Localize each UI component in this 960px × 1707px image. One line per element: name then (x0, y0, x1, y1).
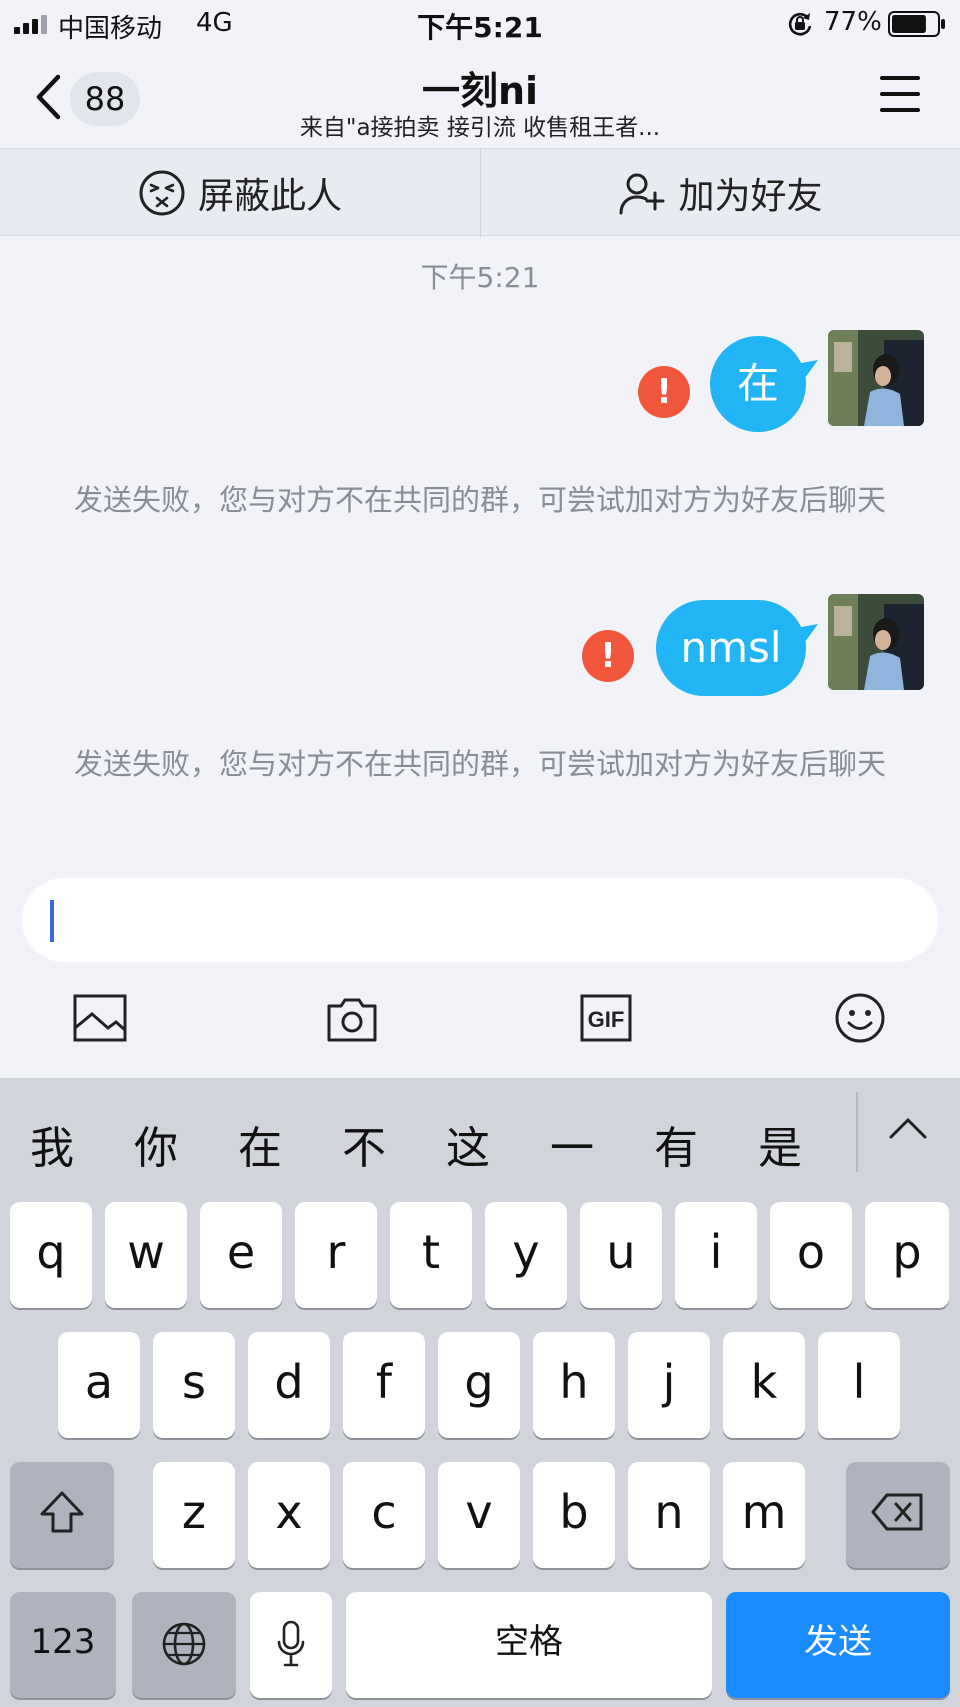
key-d[interactable]: d (248, 1332, 330, 1438)
shift-key[interactable] (10, 1462, 114, 1568)
bubble-tail (796, 360, 818, 382)
contact-action-bar: 屏蔽此人 加为好友 (0, 148, 960, 237)
battery-percent: 77% (824, 7, 882, 37)
key-o[interactable]: o (770, 1202, 852, 1308)
avatar-photo (828, 594, 924, 690)
key-e[interactable]: e (200, 1202, 282, 1308)
key-f[interactable]: f (343, 1332, 425, 1438)
camera-icon[interactable] (324, 990, 380, 1046)
block-user-label: 屏蔽此人 (197, 176, 342, 217)
candidate-word[interactable]: 有 (646, 1112, 706, 1176)
message-text: 在 (736, 359, 779, 408)
key-i[interactable]: i (675, 1202, 757, 1308)
candidate-word[interactable]: 这 (438, 1112, 498, 1176)
battery-icon (888, 11, 945, 37)
microphone-key[interactable] (250, 1592, 332, 1698)
key-a[interactable]: a (58, 1332, 140, 1438)
key-y[interactable]: y (485, 1202, 567, 1308)
add-friend-label: 加为好友 (678, 176, 823, 217)
key-l[interactable]: l (818, 1332, 900, 1438)
message-timestamp: 下午5:21 (420, 261, 540, 294)
add-friend-button[interactable]: 加为好友 (481, 149, 960, 237)
send-failed-note: 发送失败，您与对方不在共同的群，可尝试加对方为好友后聊天 (73, 483, 886, 517)
shift-icon (40, 1491, 84, 1533)
key-b[interactable]: b (533, 1462, 615, 1568)
status-bar: 中国移动 4G 下午5:21 77% (0, 0, 960, 48)
key-n[interactable]: n (628, 1462, 710, 1568)
avatar[interactable] (828, 330, 924, 426)
key-w[interactable]: w (105, 1202, 187, 1308)
text-caret (50, 900, 54, 942)
avatar[interactable] (828, 594, 924, 690)
message-bubble[interactable]: 在 (710, 336, 806, 432)
bubble-tail (796, 624, 818, 646)
gif-icon[interactable]: GIF (578, 990, 634, 1046)
chat-title: 一刻ni (421, 69, 539, 113)
globe-icon (162, 1622, 206, 1666)
key-u[interactable]: u (580, 1202, 662, 1308)
send-failed-note: 发送失败，您与对方不在共同的群，可尝试加对方为好友后聊天 (73, 747, 886, 781)
globe-key[interactable] (132, 1592, 236, 1698)
key-q[interactable]: q (10, 1202, 92, 1308)
candidate-word[interactable]: 在 (230, 1112, 290, 1176)
candidate-word[interactable]: 一 (542, 1112, 602, 1176)
message-input[interactable] (22, 878, 938, 962)
dizzy-face-icon (139, 170, 185, 216)
key-v[interactable]: v (438, 1462, 520, 1568)
key-t[interactable]: t (390, 1202, 472, 1308)
candidate-word[interactable]: 你 (126, 1112, 186, 1176)
nav-bar: 88 一刻ni 来自"a接拍卖 接引流 收售租王者... (0, 48, 960, 148)
key-g[interactable]: g (438, 1332, 520, 1438)
send-failed-icon[interactable]: ! (582, 630, 634, 682)
key-c[interactable]: c (343, 1462, 425, 1568)
send-key[interactable]: 发送 (726, 1592, 950, 1698)
key-x[interactable]: x (248, 1462, 330, 1568)
candidate-word[interactable]: 不 (334, 1112, 394, 1176)
status-time: 下午5:21 (417, 11, 543, 44)
key-r[interactable]: r (295, 1202, 377, 1308)
emoji-icon[interactable] (832, 990, 888, 1046)
avatar-photo (828, 330, 924, 426)
send-failed-icon[interactable]: ! (638, 366, 690, 418)
key-z[interactable]: z (153, 1462, 235, 1568)
candidate-word[interactable]: 我 (22, 1112, 82, 1176)
candidate-word[interactable]: 是 (750, 1112, 810, 1176)
orientation-lock-icon (788, 12, 812, 36)
menu-icon[interactable] (878, 74, 924, 114)
key-m[interactable]: m (723, 1462, 805, 1568)
chevron-up-icon[interactable] (888, 1116, 928, 1140)
key-h[interactable]: h (533, 1332, 615, 1438)
image-icon[interactable] (72, 990, 128, 1046)
message-bubble[interactable]: nmsl (656, 600, 806, 696)
divider (856, 1092, 858, 1172)
chat-subtitle: 来自"a接拍卖 接引流 收售租王者... (299, 115, 661, 141)
key-j[interactable]: j (628, 1332, 710, 1438)
microphone-icon (277, 1620, 305, 1667)
message-text: nmsl (680, 623, 782, 672)
space-key[interactable]: 空格 (346, 1592, 712, 1698)
block-user-button[interactable]: 屏蔽此人 (0, 149, 480, 237)
numbers-key[interactable]: 123 (10, 1592, 116, 1698)
key-s[interactable]: s (153, 1332, 235, 1438)
delete-icon (871, 1493, 923, 1531)
key-p[interactable]: p (865, 1202, 949, 1308)
key-k[interactable]: k (723, 1332, 805, 1438)
add-user-icon (619, 173, 665, 215)
svg-text:GIF: GIF (588, 1007, 625, 1032)
delete-key[interactable] (846, 1462, 950, 1568)
